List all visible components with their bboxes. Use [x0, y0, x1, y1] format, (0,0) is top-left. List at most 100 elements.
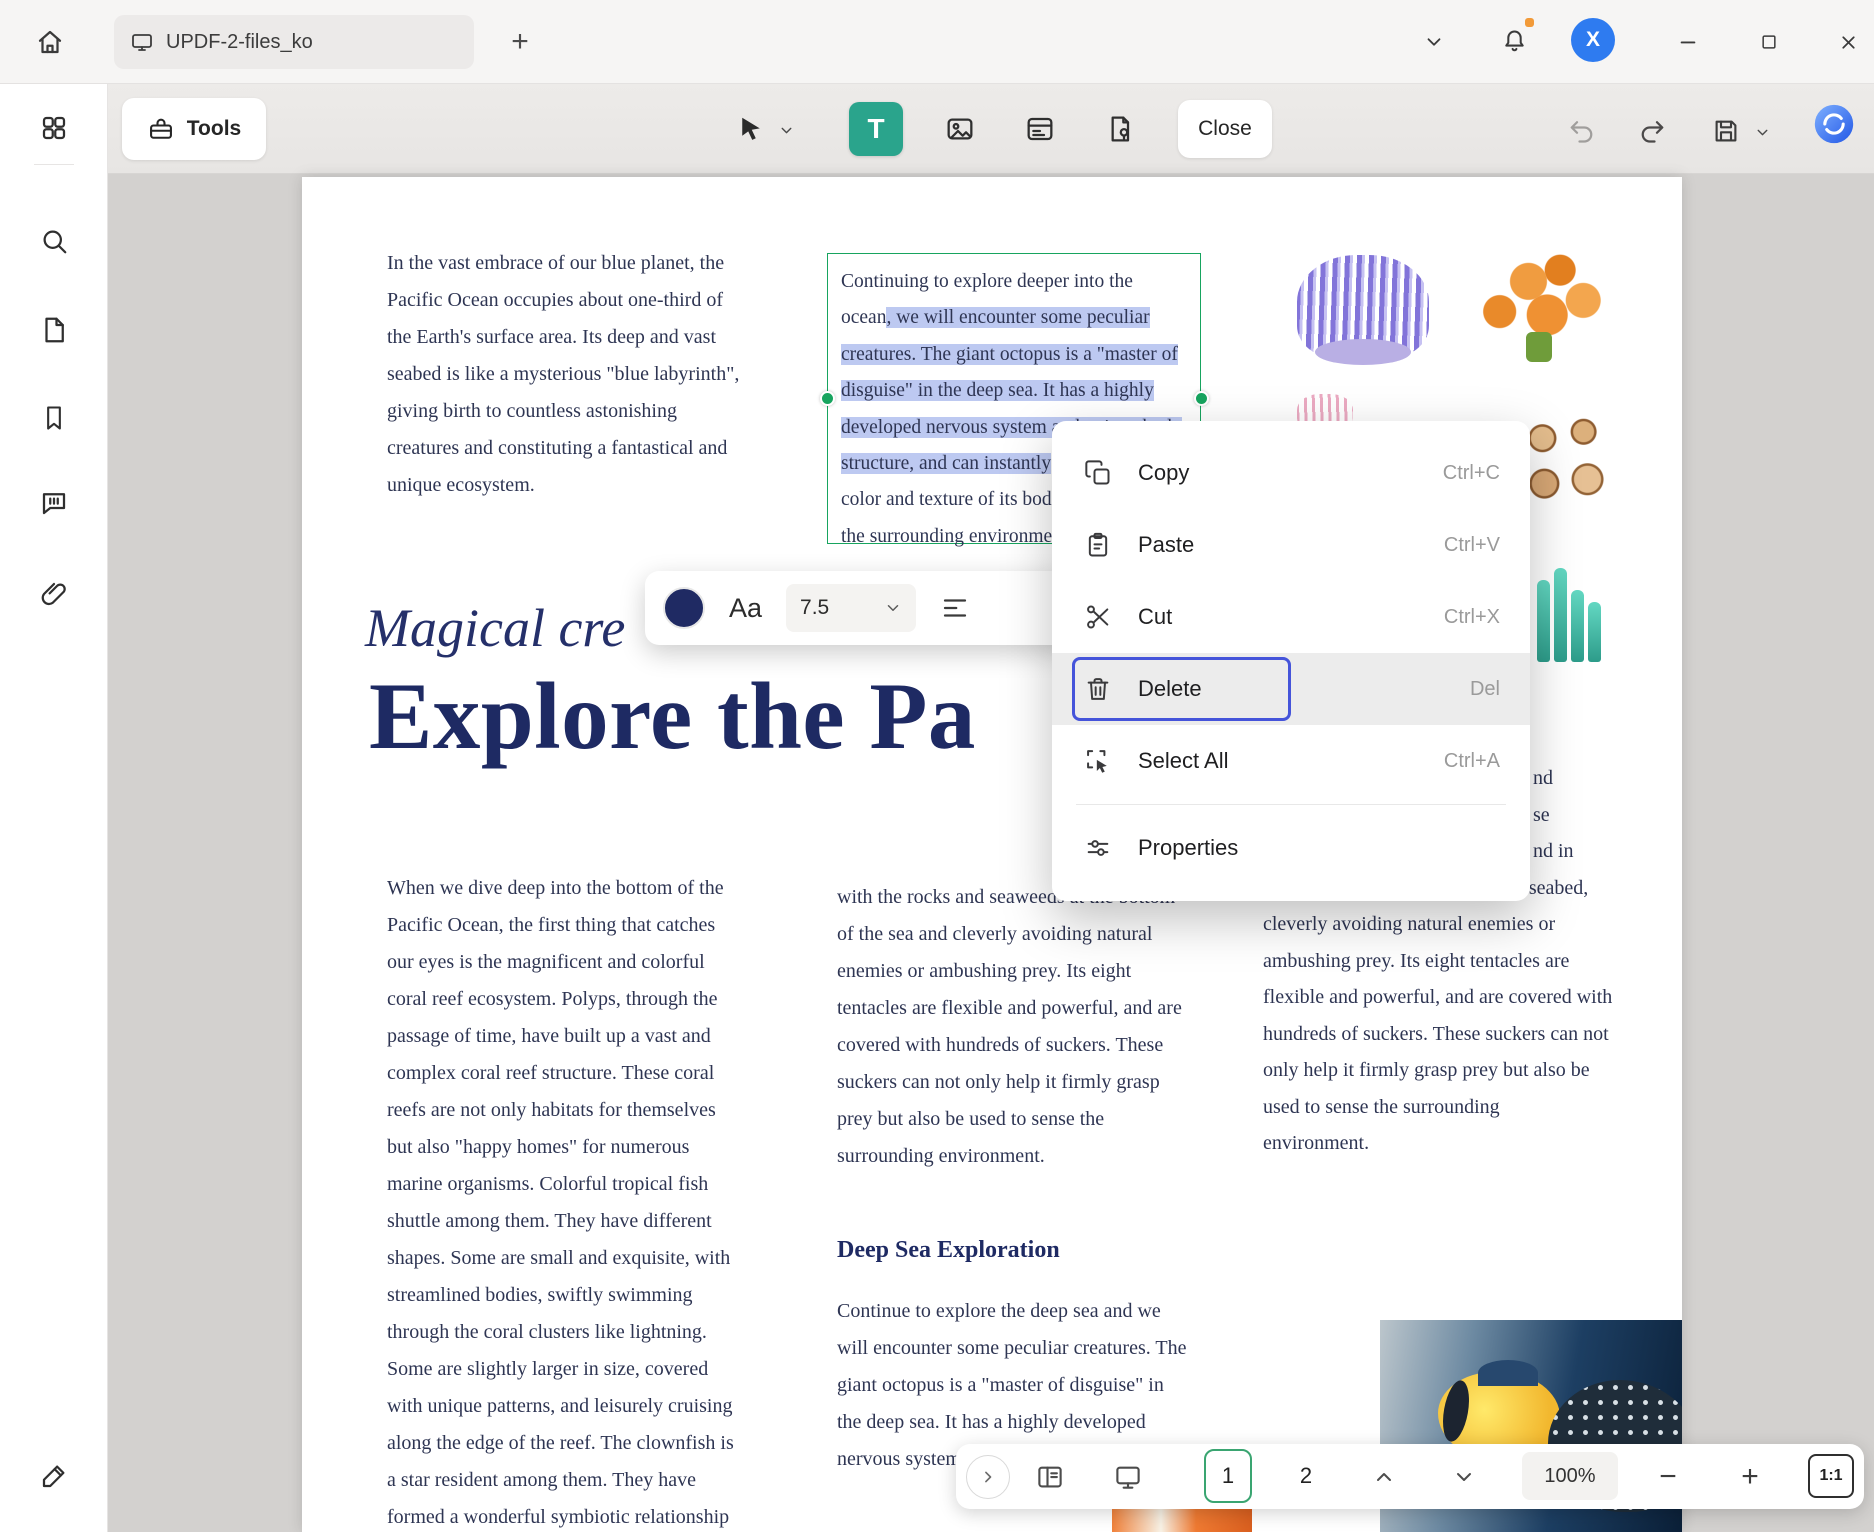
zoom-in-button[interactable]: + [1730, 1460, 1770, 1494]
delete-shortcut: Del [1470, 678, 1500, 701]
expand-bar-button[interactable] [966, 1455, 1010, 1499]
home-icon [35, 27, 65, 57]
paperclip-icon [39, 579, 69, 609]
chevron-down-icon [1452, 1465, 1476, 1489]
font-size-dropdown[interactable]: 7.5 [786, 584, 916, 632]
stamp-tool-button[interactable] [1098, 108, 1142, 150]
home-button[interactable] [24, 16, 76, 68]
cut-shortcut: Ctrl+X [1444, 606, 1500, 629]
sidebar-pages-button[interactable] [32, 308, 76, 352]
cut-label: Cut [1138, 604, 1444, 630]
redo-button[interactable] [1630, 112, 1674, 150]
next-page-number[interactable]: 2 [1282, 1449, 1330, 1503]
undo-button[interactable] [1560, 112, 1604, 150]
sidebar-attachments-button[interactable] [32, 572, 76, 616]
updf-window: UPDF-2-files_ko + X Tools [0, 0, 1874, 1532]
page-pin-icon [1104, 113, 1136, 145]
selection-handle-left[interactable] [820, 391, 835, 406]
paragraph-intro[interactable]: In the vast embrace of our blue planet, … [387, 245, 741, 504]
maximize-button[interactable] [1747, 20, 1791, 64]
column-2-paragraph: with the rocks and seaweeds at the botto… [837, 879, 1191, 1175]
deep-sea-heading: Deep Sea Exploration [837, 1232, 1191, 1269]
image-icon [944, 113, 976, 145]
presentation-mode-button[interactable] [1108, 1460, 1148, 1494]
save-dropdown[interactable] [1750, 120, 1774, 144]
save-button[interactable] [1704, 111, 1748, 151]
comment-icon [39, 488, 69, 518]
tools-label: Tools [187, 117, 241, 141]
plus-icon: + [511, 25, 529, 59]
search-icon [39, 226, 69, 256]
bottom-navigation-bar: 1 2 100% − + 1:1 [956, 1444, 1864, 1509]
ai-assistant-icon [1811, 101, 1857, 147]
font-style-button[interactable]: Aa [729, 593, 762, 624]
close-window-button[interactable] [1826, 20, 1870, 64]
chevron-down-icon [884, 599, 902, 617]
bell-icon [1501, 27, 1528, 54]
sidebar-search-button[interactable] [32, 219, 76, 263]
ai-assistant-button[interactable] [1811, 101, 1857, 147]
save-icon [1711, 116, 1741, 146]
tools-button[interactable]: Tools [122, 98, 266, 160]
current-page-indicator[interactable]: 1 [1204, 1449, 1252, 1503]
column-2[interactable]: with the rocks and seaweeds at the botto… [837, 879, 1191, 1478]
next-page-button[interactable] [1444, 1462, 1484, 1492]
align-text-icon[interactable] [940, 593, 970, 623]
image-tool-button[interactable] [938, 108, 982, 150]
notifications-button[interactable] [1492, 18, 1536, 62]
context-menu-item-copy[interactable]: Copy Ctrl+C [1052, 437, 1530, 509]
context-menu-item-paste[interactable]: Paste Ctrl+V [1052, 509, 1530, 581]
edit-toolbar: Tools T Close [108, 84, 1874, 174]
chevron-right-icon [978, 1467, 998, 1487]
titlebar: UPDF-2-files_ko + X [0, 0, 1874, 84]
select-tool-button[interactable] [728, 110, 774, 148]
undo-icon [1567, 116, 1597, 146]
toolbox-icon [147, 115, 175, 143]
chevron-up-icon [1372, 1465, 1396, 1489]
form-tool-button[interactable] [1018, 108, 1062, 150]
textbox-line: ocean, we will encounter some peculiar [841, 300, 1200, 336]
textbox-line: Continuing to explore deeper into the [841, 264, 1200, 300]
context-menu-item-properties[interactable]: Properties [1052, 812, 1530, 884]
user-avatar[interactable]: X [1571, 18, 1615, 62]
paste-label: Paste [1138, 532, 1444, 558]
clownfish-photo-edge [1112, 1509, 1252, 1532]
new-tab-button[interactable]: + [500, 22, 540, 62]
thumbnail-panel-button[interactable] [1030, 1460, 1070, 1494]
context-menu-item-delete[interactable]: Delete Del [1052, 653, 1530, 725]
actual-size-button[interactable]: 1:1 [1808, 1454, 1854, 1498]
select-tool-dropdown[interactable] [774, 118, 798, 142]
sidebar-divider [34, 164, 74, 165]
tab-title: UPDF-2-files_ko [166, 31, 313, 54]
heading-main[interactable]: Explore the Pa [369, 661, 976, 771]
context-menu-item-select-all[interactable]: Select All Ctrl+A [1052, 725, 1530, 797]
plus-icon: + [1741, 1460, 1759, 1494]
zoom-out-button[interactable]: − [1648, 1460, 1688, 1494]
paste-shortcut: Ctrl+V [1444, 534, 1500, 557]
minimize-button[interactable] [1666, 20, 1710, 64]
text-tool-button-active[interactable]: T [849, 102, 903, 156]
selection-handle-right[interactable] [1194, 391, 1209, 406]
context-menu-item-cut[interactable]: Cut Ctrl+X [1052, 581, 1530, 653]
close-edit-mode-button[interactable]: Close [1178, 100, 1272, 158]
pen-icon [39, 1461, 69, 1491]
delete-highlight-ring [1072, 657, 1291, 721]
document-tab[interactable]: UPDF-2-files_ko [114, 15, 474, 69]
previous-page-button[interactable] [1364, 1462, 1404, 1492]
sidebar-signature-button[interactable] [32, 1454, 76, 1498]
sidebar-bookmarks-button[interactable] [32, 396, 76, 440]
maximize-icon [1759, 32, 1779, 52]
sidebar-apps-button[interactable] [32, 106, 76, 150]
text-tool-icon: T [867, 113, 884, 145]
select-all-icon [1084, 747, 1112, 775]
sidebar-comments-button[interactable] [32, 481, 76, 525]
teal-tube-coral-image [1537, 566, 1609, 662]
text-color-swatch[interactable] [663, 587, 705, 629]
column-1-paragraph[interactable]: When we dive deep into the bottom of the… [387, 870, 741, 1532]
copy-shortcut: Ctrl+C [1443, 462, 1500, 485]
close-icon [1838, 32, 1859, 53]
zoom-level-display[interactable]: 100% [1522, 1452, 1618, 1500]
tab-list-button[interactable] [1412, 20, 1456, 64]
cursor-icon [736, 114, 766, 144]
heading-italic[interactable]: Magical cre [365, 597, 625, 659]
